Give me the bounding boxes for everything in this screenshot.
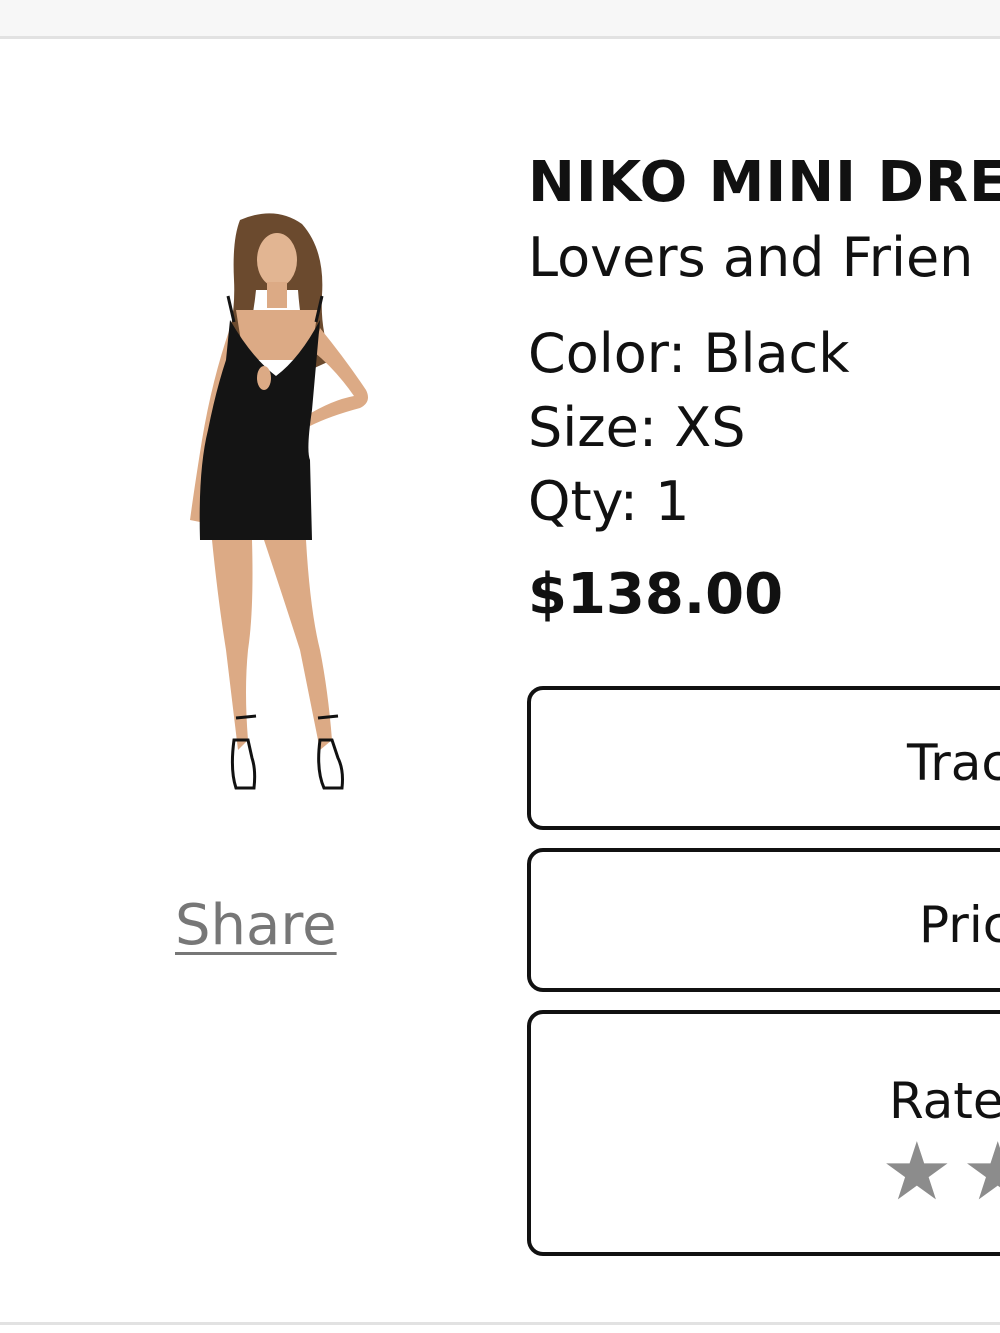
product-image	[190, 213, 368, 790]
top-divider	[0, 36, 1000, 39]
product-price: $138.00	[528, 562, 784, 627]
bottom-divider	[0, 1322, 1000, 1325]
left-strap	[226, 295, 236, 323]
left-shoe	[230, 738, 257, 790]
rate-label: Rate	[889, 1072, 1000, 1130]
star-icon[interactable]: ★	[962, 1132, 1000, 1212]
rate-panel: Rate ★ ★ ★ ★ ★	[527, 1010, 1000, 1256]
keyhole-shape	[257, 366, 271, 390]
face-shape	[257, 233, 297, 287]
product-brand: Lovers and Frien	[528, 226, 974, 289]
star-icon[interactable]: ★	[881, 1132, 953, 1212]
top-bar	[0, 0, 1000, 36]
product-name: NIKO MINI DRE	[528, 150, 1000, 215]
right-ankle-strap	[317, 714, 339, 720]
left-ankle-strap	[235, 714, 257, 720]
rating-stars: ★ ★ ★ ★ ★	[881, 1132, 1000, 1212]
order-item-page: Share NIKO MINI DRE Lovers and Frien Col…	[0, 0, 1000, 1333]
track-button-label: Trac	[907, 734, 1000, 792]
product-color: Color: Black	[528, 322, 850, 385]
track-button[interactable]: Trac	[527, 686, 1000, 830]
price-button[interactable]: Pric	[527, 848, 1000, 992]
product-qty: Qty: 1	[528, 470, 690, 533]
left-leg	[212, 540, 253, 750]
share-link[interactable]: Share	[175, 893, 337, 958]
neck-shape	[267, 282, 287, 308]
product-size: Size: XS	[528, 396, 746, 459]
price-button-label: Pric	[919, 896, 1000, 954]
